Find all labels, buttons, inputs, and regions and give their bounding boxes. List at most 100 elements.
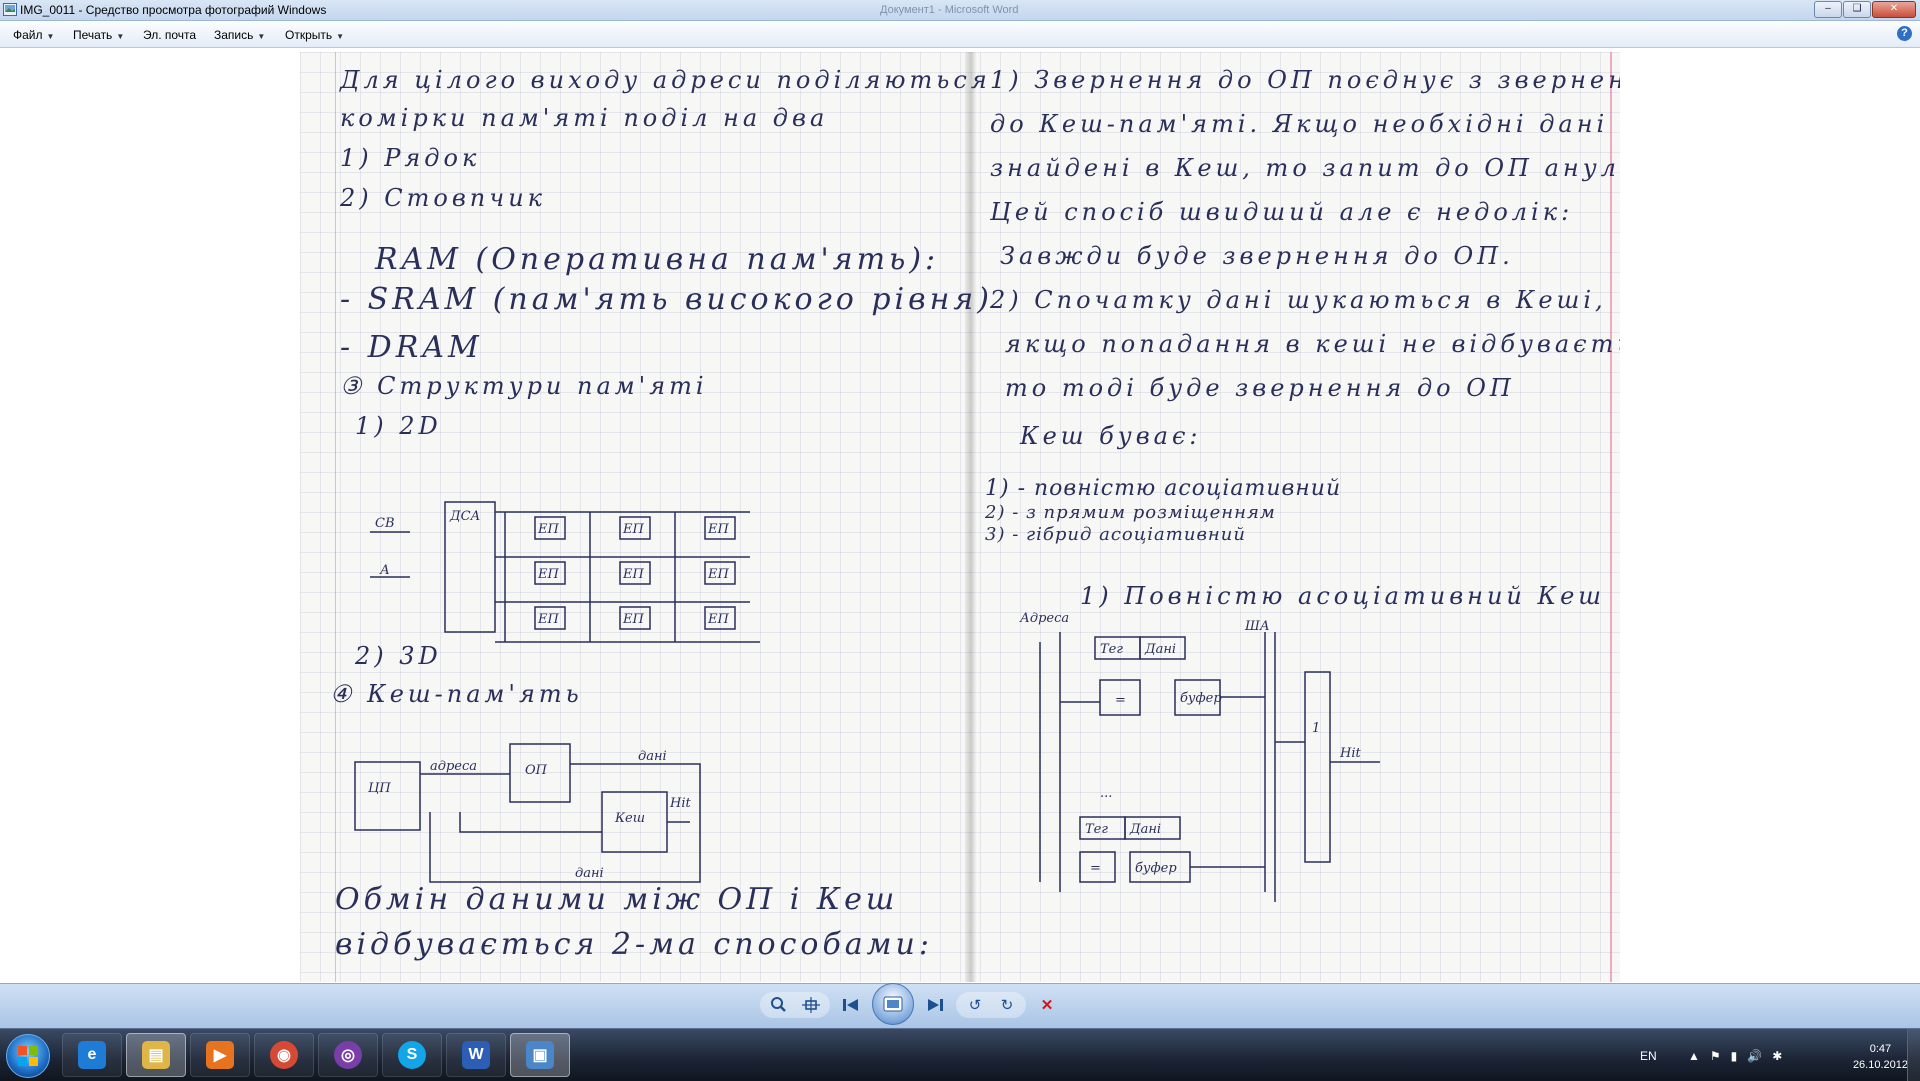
dropdown-arrow-icon: ▼ <box>46 32 55 41</box>
menu-email[interactable]: Эл. почта <box>143 28 196 42</box>
taskbar: e ▤ ▶ ◉ ◎ S W ▣ EN ▲ ⚑ ▮ 🔊 ✱ 0:47 26.10.… <box>0 1028 1920 1081</box>
dropdown-arrow-icon: ▼ <box>257 32 266 41</box>
menu-print-label: Печать <box>73 28 113 42</box>
folder-icon: ▤ <box>142 1041 170 1069</box>
windows-logo-icon <box>18 1046 38 1066</box>
taskbar-app-explorer[interactable]: ▤ <box>126 1033 186 1077</box>
diagram-label: ЕП <box>622 567 644 582</box>
close-icon: ✕ <box>1889 3 1899 14</box>
start-button[interactable] <box>6 1034 50 1078</box>
tray-icons: ▲ ⚑ ▮ 🔊 ✱ <box>1688 1049 1782 1063</box>
clock-date: 26.10.2012 <box>1852 1059 1908 1071</box>
diagram-label: ЕП <box>622 612 644 627</box>
show-hidden-icons-icon[interactable]: ▲ <box>1688 1049 1700 1063</box>
previous-icon <box>843 999 858 1011</box>
window-controls: – ❑ ✕ <box>1814 1 1916 18</box>
diagram-label: Адреса <box>1019 611 1069 626</box>
minimize-icon: – <box>1825 3 1831 14</box>
fit-window-icon <box>802 997 820 1013</box>
slideshow-button[interactable] <box>872 983 914 1025</box>
menu-open-label: Открыть <box>285 28 333 42</box>
ie-icon: e <box>78 1041 106 1069</box>
slideshow-icon <box>883 996 903 1012</box>
torrent-icon: ◎ <box>334 1041 362 1069</box>
window-title: IMG_0011 - Средство просмотра фотографий… <box>20 3 327 17</box>
taskbar-app-skype[interactable]: S <box>382 1033 442 1077</box>
word-icon: W <box>462 1041 490 1069</box>
network-signal-icon[interactable]: ▮ <box>1731 1049 1738 1063</box>
taskbar-app-chrome[interactable]: ◉ <box>254 1033 314 1077</box>
rotate-left-icon: ↺ <box>968 997 982 1014</box>
taskbar-app-photo-viewer[interactable]: ▣ <box>510 1033 570 1077</box>
diagram-label: ЕП <box>537 567 559 582</box>
diagram-label: Hit <box>669 796 691 811</box>
notebook-photo[interactable]: Для цілого виходу адреси поділяються ком… <box>300 52 1620 982</box>
taskbar-app-torrent[interactable]: ◎ <box>318 1033 378 1077</box>
system-tray: EN ▲ ⚑ ▮ 🔊 ✱ 0:47 26.10.2012 <box>1620 1029 1920 1081</box>
menu-email-label: Эл. почта <box>143 28 197 42</box>
delete-button[interactable]: ✕ <box>1032 992 1062 1018</box>
close-button[interactable]: ✕ <box>1872 1 1916 18</box>
show-desktop-button[interactable] <box>1907 1029 1920 1081</box>
clock[interactable]: 0:47 26.10.2012 <box>1853 1041 1908 1073</box>
diagram-label: = <box>1115 693 1126 708</box>
diagram-label: ЕП <box>622 522 644 537</box>
diagram-label: Кеш <box>614 811 645 826</box>
menu-print[interactable]: Печать ▼ <box>73 28 124 42</box>
dropdown-arrow-icon: ▼ <box>116 32 125 41</box>
menu-burn[interactable]: Запись ▼ <box>214 28 265 42</box>
taskbar-app-internet-explorer[interactable]: e <box>62 1033 122 1077</box>
menu-bar: Файл ▼ Печать ▼ Эл. почта Запись ▼ Открыть ▼… <box>0 21 1920 48</box>
diagram-label: СВ <box>375 516 395 531</box>
skype-icon: S <box>398 1041 426 1069</box>
diagram-label: ОП <box>525 763 548 778</box>
diagram-label: Тег <box>1085 822 1108 837</box>
bluetooth-icon[interactable]: ✱ <box>1772 1049 1782 1063</box>
previous-button[interactable] <box>836 992 866 1018</box>
rotate-left-button[interactable]: ↺ <box>960 992 990 1018</box>
clock-time: 0:47 <box>1869 1043 1892 1055</box>
diagram-associative-cache: Адреса ША Тег Дані = буфер 1 Hit Тег Дан… <box>1019 611 1380 902</box>
zoom-button[interactable] <box>764 992 794 1018</box>
diagram-label: ША <box>1244 619 1270 634</box>
diagram-label: буфер <box>1135 861 1177 876</box>
diagram-label: ... <box>1100 786 1112 801</box>
volume-icon[interactable]: 🔊 <box>1747 1049 1762 1063</box>
help-icon[interactable]: ? <box>1897 26 1912 41</box>
language-indicator[interactable]: EN <box>1640 1049 1657 1063</box>
diagram-label: ЕП <box>707 567 729 582</box>
restore-button[interactable]: ❑ <box>1843 1 1871 18</box>
photo-viewer-app-icon <box>3 3 17 16</box>
viewer-control-bar: ↺ ↻ ✕ <box>0 983 1920 1029</box>
taskbar-app-media-player[interactable]: ▶ <box>190 1033 250 1077</box>
diagram-label: ЕП <box>707 522 729 537</box>
diagram-cache-memory: адреса ЦП ОП дані Кеш Hit дані <box>354 743 701 883</box>
diagram-label: Дані <box>1144 642 1176 657</box>
minimize-button[interactable]: – <box>1814 1 1842 18</box>
fit-window-button[interactable] <box>796 992 826 1018</box>
menu-open[interactable]: Открыть ▼ <box>285 28 344 42</box>
diagram-label: ЕП <box>537 612 559 627</box>
magnifier-icon <box>771 997 786 1012</box>
zoom-group <box>760 992 830 1018</box>
diagram-label: ЦП <box>368 781 391 796</box>
action-center-flag-icon[interactable]: ⚑ <box>1710 1049 1721 1063</box>
menu-file[interactable]: Файл ▼ <box>13 28 54 42</box>
restore-icon: ❑ <box>1852 3 1862 14</box>
diagram-label: адреса <box>430 759 477 774</box>
next-button[interactable] <box>920 992 950 1018</box>
diagram-label: дані <box>575 866 604 881</box>
diagram-label: Дані <box>1129 822 1161 837</box>
rotate-right-icon: ↻ <box>1000 997 1014 1014</box>
playback-controls: ↺ ↻ ✕ <box>760 983 1062 1025</box>
diagram-label: Тег <box>1100 642 1123 657</box>
background-window-title: Документ1 - Microsoft Word <box>880 4 1019 16</box>
title-bar: IMG_0011 - Средство просмотра фотографий… <box>0 0 1920 21</box>
diagram-label: А <box>379 563 390 578</box>
taskbar-app-word[interactable]: W <box>446 1033 506 1077</box>
diagram-label: Hit <box>1339 746 1361 761</box>
rotate-right-button[interactable]: ↻ <box>992 992 1022 1018</box>
diagram-label: буфер <box>1180 691 1222 706</box>
next-icon <box>928 999 943 1011</box>
diagram-label: 1 <box>1312 721 1320 736</box>
